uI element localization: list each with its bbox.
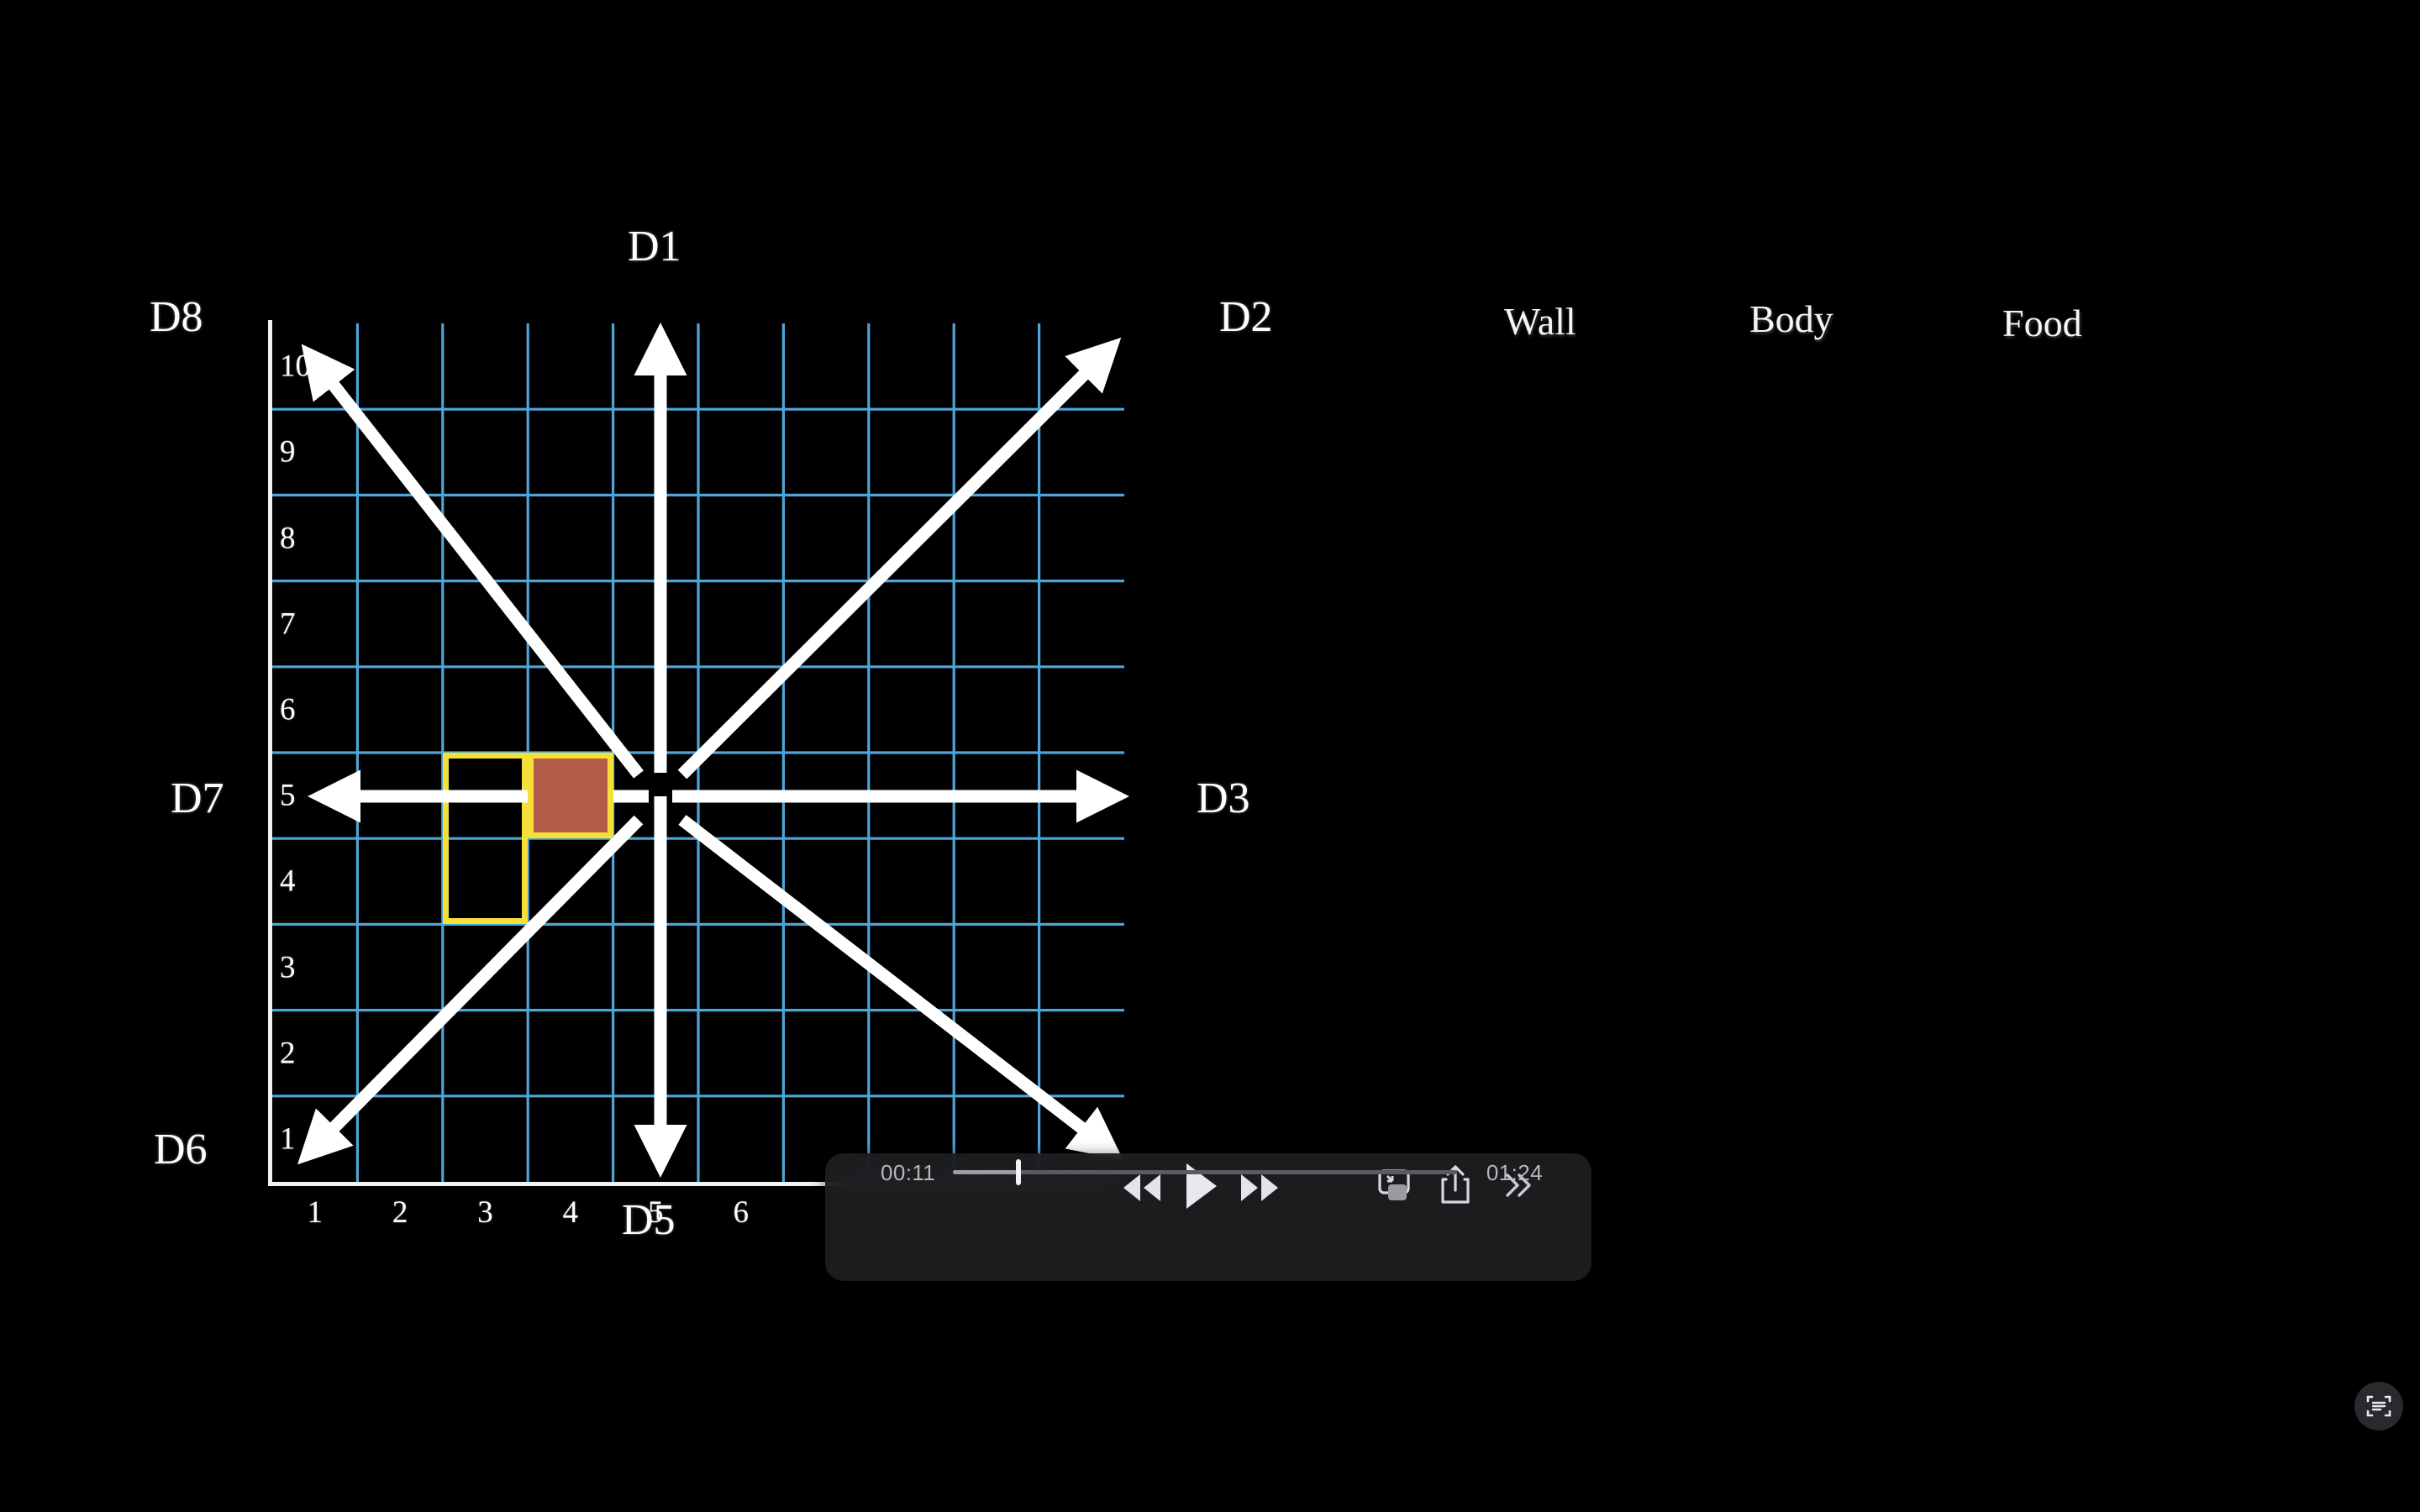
direction-grid-plot [268,320,1127,1186]
rewind-icon [1123,1174,1160,1201]
current-time-label: 00:11 [881,1160,936,1185]
wall-marker-box [442,753,529,925]
y-tick-label: 2 [280,1036,296,1071]
y-tick-label: 3 [280,950,296,984]
direction-label-d8: D8 [150,293,203,341]
direction-label-d5: D5 [622,1196,676,1244]
y-tick-label: 1 [280,1121,296,1157]
legend-item-food: Food [2002,302,2082,344]
play-button[interactable] [1176,1160,1225,1212]
body-marker-box [528,753,613,839]
progress-knob[interactable] [1016,1159,1021,1185]
direction-label-d2: D2 [1219,293,1273,341]
y-tick-label: 6 [280,692,296,727]
live-text-icon [2366,1395,2391,1417]
direction-label-d6: D6 [154,1126,208,1173]
y-tick-label: 7 [280,606,296,642]
fast-forward-icon [1241,1174,1278,1201]
total-time-label: 01:24 [1486,1160,1543,1185]
video-frame-stage: 10987654321123456 D1 D2 D [0,0,2420,1512]
scrubber-row [825,1234,1591,1271]
y-tick-label: 9 [280,434,296,470]
direction-label-d1: D1 [628,223,681,270]
share-button[interactable] [1435,1162,1476,1209]
legend-item-wall: Wall [1504,300,1576,343]
x-tick-label: 1 [307,1195,323,1230]
y-tick-label: 10 [280,349,311,384]
y-tick-label: 5 [280,778,296,813]
play-icon [1186,1163,1217,1209]
progress-track[interactable] [953,1159,1457,1185]
y-axis-line [268,320,272,1185]
video-player-controls[interactable]: 00:11 01:24 [825,1153,1591,1281]
x-tick-label: 6 [733,1195,749,1230]
x-tick-label: 3 [477,1195,493,1230]
direction-label-d7: D7 [171,774,224,822]
x-tick-label: 2 [392,1195,408,1230]
x-tick-label: 4 [562,1195,579,1230]
live-text-button[interactable] [2354,1382,2403,1431]
y-tick-label: 8 [280,521,296,555]
progress-played [953,1170,1018,1174]
y-tick-label: 4 [280,864,296,899]
grid-lines [272,323,1124,1182]
legend-item-body: Body [1749,297,1833,340]
direction-label-d3: D3 [1197,774,1250,822]
